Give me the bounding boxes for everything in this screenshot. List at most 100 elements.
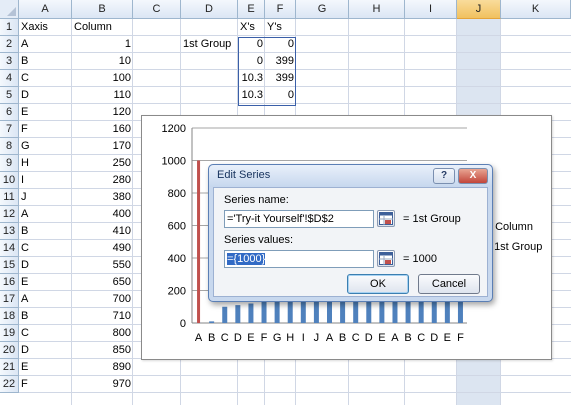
- cell-b6[interactable]: 120: [72, 104, 133, 121]
- cell-b17[interactable]: 700: [72, 291, 133, 308]
- cell-a16[interactable]: E: [19, 274, 72, 291]
- series-name-range-button[interactable]: [377, 210, 395, 227]
- cell-b20[interactable]: 850: [72, 342, 133, 359]
- cell-b9[interactable]: 250: [72, 155, 133, 172]
- row-header-11[interactable]: 11: [0, 189, 19, 206]
- cell-a21[interactable]: E: [19, 359, 72, 376]
- cancel-button[interactable]: Cancel: [418, 274, 480, 294]
- cell-a15[interactable]: D: [19, 257, 72, 274]
- cell-a4[interactable]: C: [19, 70, 72, 87]
- legend-item-column[interactable]: Column: [488, 221, 533, 233]
- cell-f1[interactable]: Y's: [265, 19, 296, 36]
- series-values-input[interactable]: ={1000}: [224, 250, 374, 268]
- row-header-16[interactable]: 16: [0, 274, 19, 291]
- cell-a19[interactable]: C: [19, 325, 72, 342]
- cell-b1[interactable]: Column: [72, 19, 133, 36]
- row-header-6[interactable]: 6: [0, 104, 19, 121]
- edit-series-dialog[interactable]: Edit Series ? X Series name: ='Try-it Yo…: [208, 164, 493, 302]
- cell-b22[interactable]: 970: [72, 376, 133, 393]
- cell-a13[interactable]: B: [19, 223, 72, 240]
- cell-e1[interactable]: X's: [238, 19, 265, 36]
- cell-a12[interactable]: A: [19, 206, 72, 223]
- row-header-7[interactable]: 7: [0, 121, 19, 138]
- row-header-5[interactable]: 5: [0, 87, 19, 104]
- cell-a5[interactable]: D: [19, 87, 72, 104]
- cell-a17[interactable]: A: [19, 291, 72, 308]
- column-bar[interactable]: [222, 306, 228, 323]
- cell-a8[interactable]: G: [19, 138, 72, 155]
- column-header-f[interactable]: F: [265, 0, 296, 19]
- column-bar[interactable]: [209, 321, 215, 323]
- column-bar[interactable]: [235, 305, 241, 323]
- row-header-19[interactable]: 19: [0, 325, 19, 342]
- column-header-j[interactable]: J: [457, 0, 501, 19]
- row-header-14[interactable]: 14: [0, 240, 19, 257]
- row-header-21[interactable]: 21: [0, 359, 19, 376]
- cell-b21[interactable]: 890: [72, 359, 133, 376]
- cell-a22[interactable]: F: [19, 376, 72, 393]
- row-header-10[interactable]: 10: [0, 172, 19, 189]
- cell-b2[interactable]: 1: [72, 36, 133, 53]
- series-values-range-button[interactable]: [377, 250, 395, 267]
- row-header-17[interactable]: 17: [0, 291, 19, 308]
- column-header-c[interactable]: C: [133, 0, 181, 19]
- cell-b12[interactable]: 400: [72, 206, 133, 223]
- column-header-a[interactable]: A: [19, 0, 72, 19]
- column-header-d[interactable]: D: [181, 0, 238, 19]
- column-header-g[interactable]: G: [296, 0, 349, 19]
- cell-b13[interactable]: 410: [72, 223, 133, 240]
- select-all-corner[interactable]: [0, 0, 19, 19]
- cell-a11[interactable]: J: [19, 189, 72, 206]
- x-tick-label: G: [273, 332, 282, 344]
- row-header-4[interactable]: 4: [0, 70, 19, 87]
- column-bar[interactable]: [248, 303, 254, 324]
- row-header-13[interactable]: 13: [0, 223, 19, 240]
- x-tick-label: E: [378, 332, 385, 344]
- cell-a18[interactable]: B: [19, 308, 72, 325]
- cell-a9[interactable]: H: [19, 155, 72, 172]
- row-header-8[interactable]: 8: [0, 138, 19, 155]
- cell-b15[interactable]: 550: [72, 257, 133, 274]
- cell-b7[interactable]: 160: [72, 121, 133, 138]
- row-header-3[interactable]: 3: [0, 53, 19, 70]
- row-header-12[interactable]: 12: [0, 206, 19, 223]
- row-header-18[interactable]: 18: [0, 308, 19, 325]
- cell-b14[interactable]: 490: [72, 240, 133, 257]
- cell-b4[interactable]: 100: [72, 70, 133, 87]
- cell-a2[interactable]: A: [19, 36, 72, 53]
- row-header-1[interactable]: 1: [0, 19, 19, 36]
- column-header-b[interactable]: B: [72, 0, 133, 19]
- cell-b3[interactable]: 10: [72, 53, 133, 70]
- row-header-20[interactable]: 20: [0, 342, 19, 359]
- column-header-h[interactable]: H: [349, 0, 405, 19]
- cell-b18[interactable]: 710: [72, 308, 133, 325]
- cell-b5[interactable]: 110: [72, 87, 133, 104]
- legend-item-1st-group[interactable]: 1st Group: [488, 241, 542, 253]
- series-name-input[interactable]: ='Try-it Yourself'!$D$2: [224, 210, 374, 228]
- column-header-i[interactable]: I: [405, 0, 457, 19]
- close-button[interactable]: X: [458, 168, 488, 184]
- cell-a7[interactable]: F: [19, 121, 72, 138]
- row-header-15[interactable]: 15: [0, 257, 19, 274]
- cell-a1[interactable]: Xaxis: [19, 19, 72, 36]
- column-header-e[interactable]: E: [238, 0, 265, 19]
- cell-b16[interactable]: 650: [72, 274, 133, 291]
- help-button[interactable]: ?: [433, 168, 455, 184]
- cell-b10[interactable]: 280: [72, 172, 133, 189]
- cell-b11[interactable]: 380: [72, 189, 133, 206]
- column-header-k[interactable]: K: [501, 0, 571, 19]
- cell-d2[interactable]: 1st Group: [181, 36, 238, 53]
- row-header-22[interactable]: 22: [0, 376, 19, 393]
- row-header-2[interactable]: 2: [0, 36, 19, 53]
- cell-a20[interactable]: D: [19, 342, 72, 359]
- row-header-9[interactable]: 9: [0, 155, 19, 172]
- cell-b19[interactable]: 800: [72, 325, 133, 342]
- cell-a14[interactable]: C: [19, 240, 72, 257]
- cell-b8[interactable]: 170: [72, 138, 133, 155]
- dialog-title-bar[interactable]: Edit Series ? X: [209, 165, 492, 187]
- cell-a6[interactable]: E: [19, 104, 72, 121]
- ok-button[interactable]: OK: [347, 274, 409, 294]
- cell-a10[interactable]: I: [19, 172, 72, 189]
- group-bar[interactable]: [197, 160, 201, 324]
- cell-a3[interactable]: B: [19, 53, 72, 70]
